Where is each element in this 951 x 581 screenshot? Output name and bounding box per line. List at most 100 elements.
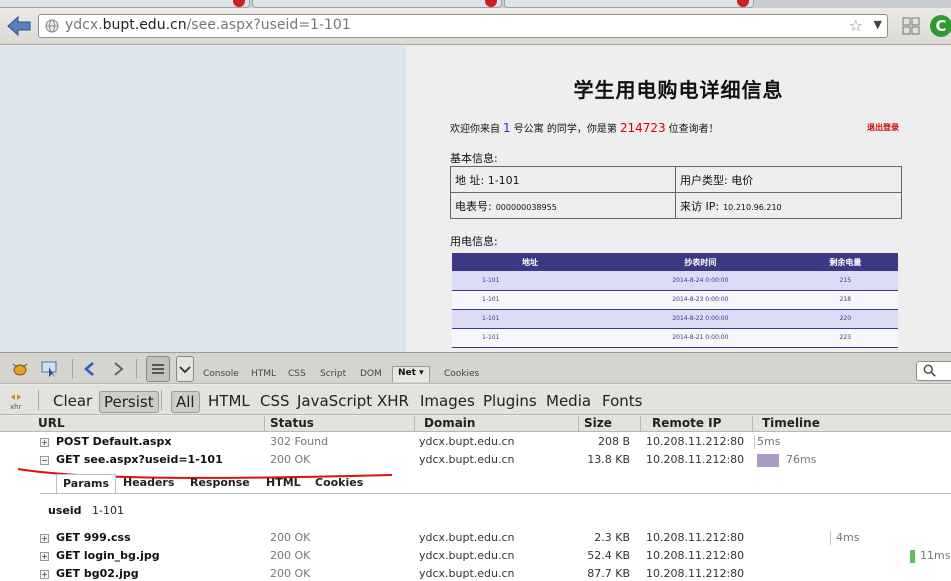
request-size: 87.7 KB [587,567,630,580]
expand-plus-icon[interactable]: + [40,570,49,579]
collapse-minus-icon[interactable]: − [40,456,49,465]
xhr-arrows-icon [11,394,21,400]
column-separator [752,416,753,432]
col-domain[interactable]: Domain [424,416,475,430]
table-row: 1-101 2014-8-21 0:00:00 223 [452,328,898,348]
expand-plus-icon[interactable]: + [40,438,49,447]
browser-tab-1[interactable] [0,0,250,8]
dorm-number: 1 [503,121,511,135]
persist-button[interactable]: Persist [99,391,159,413]
xhr-icon-label: xhr [10,403,22,411]
firebug-search-input[interactable] [916,361,951,381]
page-content: 学生用电购电详细信息 欢迎你来自 1 号公寓 的同学，你是第 214723 位查询者！ … [406,46,951,352]
request-status: 200 OK [270,567,311,580]
table-row: 1-101 2014-8-22 0:00:00 220 [452,309,898,329]
col-url[interactable]: URL [38,416,65,430]
page-title: 学生用电购电详细信息 [573,78,784,102]
filter-all[interactable]: All [171,391,200,413]
table-row: 1-101 2014-8-23 0:00:00 218 [452,290,898,310]
request-url: POST Default.aspx [56,435,172,448]
usage-cell: 2014-8-24 0:00:00 [608,271,793,291]
tab-close-icon[interactable] [485,0,497,7]
tab-strip [0,0,951,8]
request-row[interactable]: + GET login_bg.jpg 200 OK ydcx.bupt.edu.… [0,547,951,565]
request-time: 11ms [920,549,951,562]
extension-grid-icon[interactable] [902,17,920,35]
next-arrow-icon[interactable] [108,360,128,378]
url-bar[interactable]: ydcx.bupt.edu.cn/see.aspx?useid=1-101 ☆ … [38,14,888,38]
tab-cookies[interactable]: Cookies [444,369,479,379]
usage-cell: 2014-8-23 0:00:00 [608,290,793,310]
tab-console[interactable]: Console [203,369,239,379]
toolbar-separator [38,390,39,410]
column-separator [578,416,579,432]
request-row-selected[interactable]: − GET see.aspx?useid=1-101 200 OK ydcx.b… [0,451,951,469]
usage-cell: 220 [792,309,898,329]
tab-dom[interactable]: DOM [360,369,382,379]
filter-css[interactable]: CSS [256,391,294,413]
request-time: 76ms [786,453,817,466]
request-row[interactable]: + GET bg02.jpg 200 OK ydcx.bupt.edu.cn 8… [0,565,951,581]
page-background-panel [0,46,406,352]
col-timeline[interactable]: Timeline [762,416,820,430]
tab-close-icon[interactable] [737,0,749,7]
timeline-bar [757,454,779,467]
filter-plugins[interactable]: Plugins [479,391,541,413]
browser-tab-3[interactable] [504,0,754,8]
xhr-icon[interactable]: xhr [10,393,22,411]
request-url: GET bg02.jpg [56,567,139,580]
visitor-ip-cell: 来访 IP: 10.210.96.210 [675,192,902,219]
request-row[interactable]: + GET 999.css 200 OK ydcx.bupt.edu.cn 2.… [0,529,951,547]
col-status[interactable]: Status [270,416,314,430]
params-panel: useid 1-101 [40,493,951,529]
panel-list-button[interactable] [146,356,170,382]
col-size[interactable]: Size [584,416,612,430]
request-domain: ydcx.bupt.edu.cn [419,453,515,466]
detail-tab-html[interactable]: HTML [260,476,307,489]
expand-plus-icon[interactable]: + [40,534,49,543]
addon-green-icon[interactable]: C [930,15,951,37]
request-size: 208 B [597,435,630,448]
table-row: 1-101 2014-8-24 0:00:00 215 [452,271,898,291]
back-arrow-icon[interactable] [6,14,32,38]
chevron-down-icon [179,366,191,374]
detail-tab-headers[interactable]: Headers [117,476,180,489]
filter-media[interactable]: Media [542,391,595,413]
tab-css[interactable]: CSS [288,369,306,379]
filter-html[interactable]: HTML [204,391,254,413]
prev-arrow-icon[interactable] [80,360,100,378]
browser-tab-2[interactable] [252,0,502,8]
tab-html[interactable]: HTML [251,369,276,379]
clear-button[interactable]: Clear [49,391,96,413]
request-url: GET see.aspx?useid=1-101 [56,453,223,466]
request-row[interactable]: + POST Default.aspx 302 Found ydcx.bupt.… [0,433,951,451]
usage-cell: 215 [792,271,898,291]
col-remote-ip[interactable]: Remote IP [652,416,721,430]
search-icon [923,364,936,377]
usage-cell: 2014-8-22 0:00:00 [608,309,793,329]
welcome-text: 欢迎你来自 1 号公寓 的同学，你是第 214723 位查询者！ [450,120,719,135]
detail-tab-params[interactable]: Params [56,474,117,494]
column-separator [414,416,415,432]
detail-tab-cookies[interactable]: Cookies [309,476,369,489]
tab-close-icon[interactable] [233,0,245,7]
firebug-toolbar: Console HTML CSS Script DOM Net ▾ Cookie… [0,352,951,384]
inspect-element-icon[interactable] [40,360,60,378]
filter-xhr[interactable]: XHR [373,391,413,413]
firebug-bug-icon[interactable] [10,360,30,378]
usage-cell: 1-101 [452,328,609,348]
address-cell: 地 址: 1-101 [450,166,676,193]
url-dropdown-icon[interactable]: ▼ [874,18,882,31]
bookmark-star-icon[interactable]: ☆ [849,16,863,35]
expand-plus-icon[interactable]: + [40,552,49,561]
filter-fonts[interactable]: Fonts [598,391,646,413]
basic-info-table: 地 址: 1-101 用户类型: 电价 电表号: 000000038955 来访 … [450,166,902,219]
detail-tab-response[interactable]: Response [184,476,256,489]
logout-link[interactable]: 退出登录 [867,122,899,133]
basic-info-label: 基本信息: [450,152,498,165]
filter-images[interactable]: Images [416,391,479,413]
tab-net[interactable]: Net ▾ [392,366,430,382]
filter-javascript[interactable]: JavaScript [293,391,376,413]
panel-menu-button[interactable] [176,356,194,382]
tab-script[interactable]: Script [320,369,346,379]
